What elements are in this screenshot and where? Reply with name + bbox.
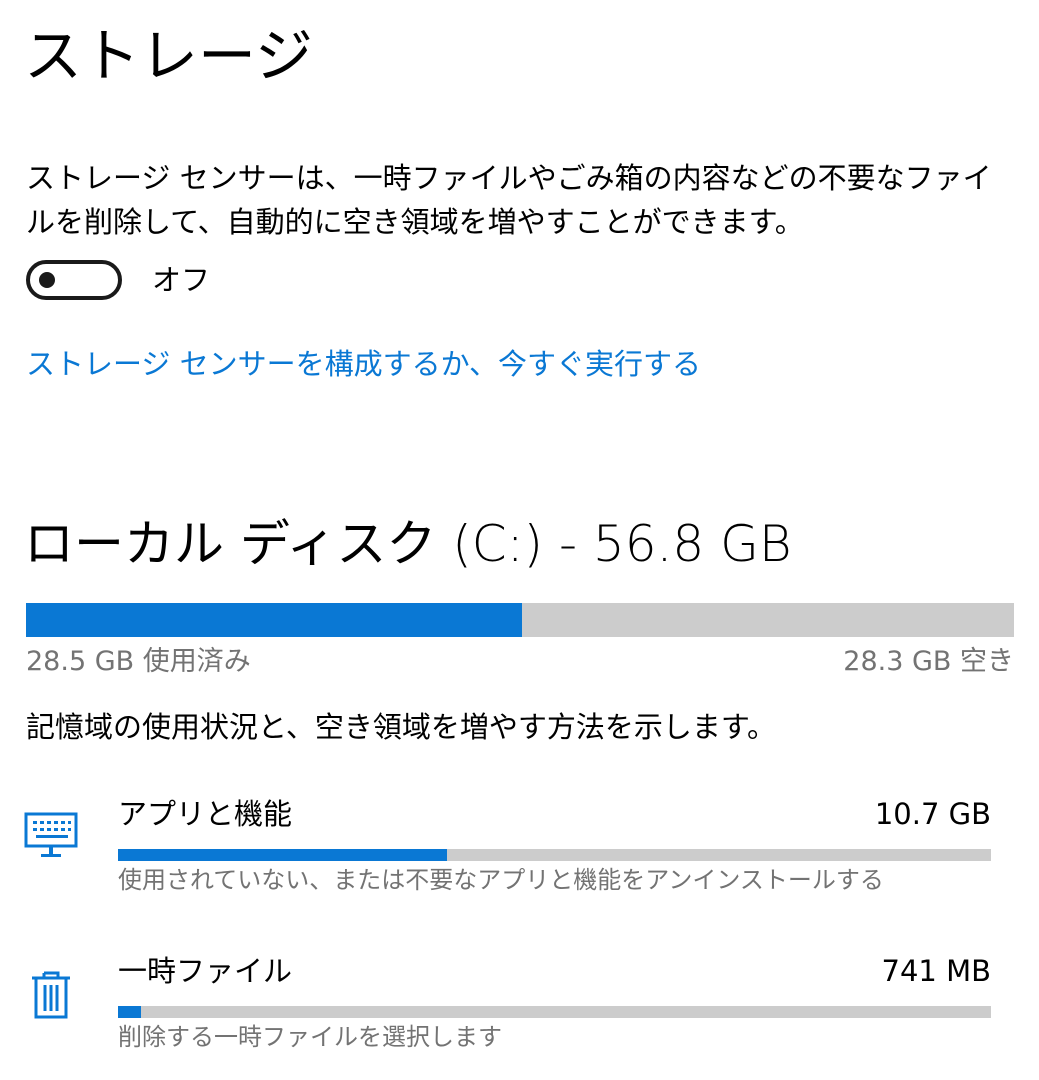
category-temporary-files[interactable]: 一時ファイル 741 MB 削除する一時ファイルを選択します [0, 951, 1039, 1061]
keyboard-monitor-icon [24, 812, 78, 857]
configure-storage-sense-link[interactable]: ストレージ センサーを構成するか、今すぐ実行する [26, 342, 701, 386]
disk-free-label: 28.3 GB 空き [843, 646, 1014, 677]
disk-title: ローカル ディスク (C:) - 56.8 GB [24, 515, 792, 573]
category-description: 削除する一時ファイルを選択します [118, 1023, 502, 1051]
toggle-state-label: オフ [152, 263, 211, 297]
usage-caption: 記憶域の使用状況と、空き領域を増やす方法を示します。 [26, 710, 776, 744]
category-name: 一時ファイル [118, 954, 293, 988]
category-description: 使用されていない、または不要なアプリと機能をアンインストールする [118, 866, 884, 894]
storage-sense-toggle-row: オフ [26, 260, 210, 300]
disk-usage-bar [26, 603, 1014, 637]
disk-used-label: 28.5 GB 使用済み [26, 646, 251, 677]
disk-usage-bar-fill [26, 603, 522, 637]
storage-sense-description: ストレージ センサーは、一時ファイルやごみ箱の内容などの不要なファイルを削除して… [26, 161, 992, 239]
storage-sense-toggle[interactable] [26, 260, 122, 300]
trash-icon [32, 971, 70, 1019]
category-size: 741 MB [881, 954, 992, 988]
category-apps-features[interactable]: アプリと機能 10.7 GB 使用されていない、または不要なアプリと機能をアンイ… [0, 794, 1039, 904]
category-size: 10.7 GB [874, 797, 991, 831]
toggle-knob [39, 272, 55, 288]
category-name: アプリと機能 [118, 797, 293, 831]
page-title: ストレージ [24, 22, 313, 90]
